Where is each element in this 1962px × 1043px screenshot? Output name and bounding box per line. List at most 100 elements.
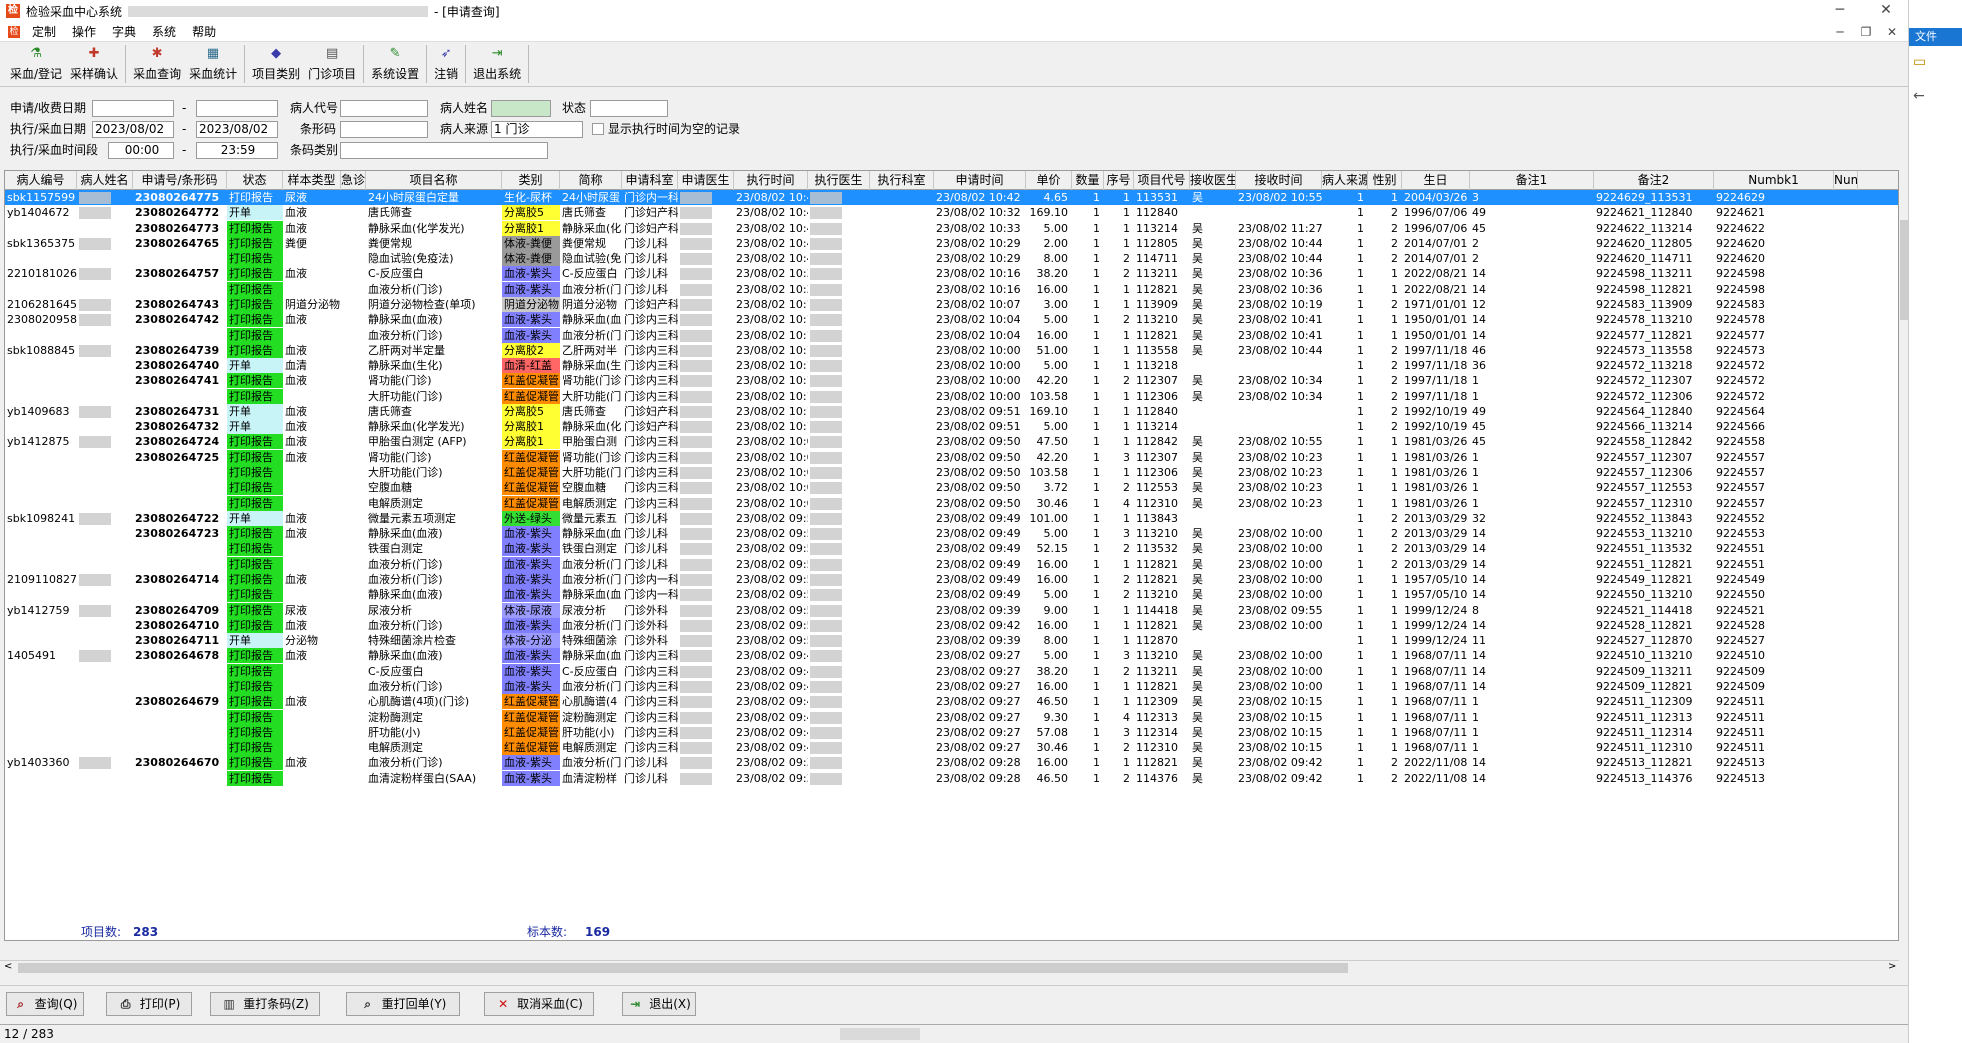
sidebar-doc-icon[interactable]: ▭ xyxy=(1913,54,1926,70)
table-row[interactable]: 22101810260623080264757打印报告血液C-反应蛋白血液-紫头… xyxy=(5,266,1898,282)
exit-button[interactable]: ⇥ 退出(X) xyxy=(622,992,696,1016)
mdi-minimize-icon[interactable]: ─ xyxy=(1826,22,1854,42)
barcode-input[interactable] xyxy=(340,121,428,138)
cancel-x-button[interactable]: ✕ 取消采血(C) xyxy=(484,992,594,1016)
toolbar-button-clinic-items[interactable]: ▤ 门诊项目 xyxy=(304,43,360,85)
table-row[interactable]: 23080264732 开单 血液 静脉采血(化学发光) 分离胶1 静脉采血(化 门诊妇产科… xyxy=(5,419,1898,435)
column-header[interactable]: 备注1 xyxy=(1470,171,1594,190)
column-header[interactable]: 项目代号 xyxy=(1134,171,1190,190)
printer-button[interactable]: ⎙ 打印(P) xyxy=(106,992,192,1016)
table-row[interactable]: 打印报告 血液分析(门诊) 血液-紫头血液分析(门门诊儿科 23/08/02 10:3… xyxy=(5,281,1898,297)
column-header[interactable]: 接收医生 xyxy=(1190,171,1236,190)
exec-time-to-input[interactable]: 23:59 xyxy=(196,142,278,159)
scroll-right-icon[interactable]: > xyxy=(1888,961,1896,972)
column-header[interactable]: 申请科室 xyxy=(622,171,678,190)
table-row[interactable]: sbk1098241 23080264722 开单 血液 微量元素五项测定 外送-绿头 微量… xyxy=(5,510,1898,526)
table-row[interactable]: 打印报告C-反应蛋白血液-紫头C-反应蛋白门诊内三科23/08/02 09:43… xyxy=(5,663,1898,679)
column-header[interactable]: 接收时间 xyxy=(1236,171,1322,190)
toolbar-button-flask[interactable]: ⚗ 采血/登记 xyxy=(6,43,66,85)
table-row[interactable]: 21062816454223080264743打印报告阴道分泌物阴道分泌物检查(… xyxy=(5,296,1898,312)
column-header[interactable]: 申请时间 xyxy=(934,171,1026,190)
search-button[interactable]: ⌕ 查询(Q) xyxy=(6,992,84,1016)
table-row[interactable]: 打印报告 静脉采血(血液) 血液-紫头 静脉采血(血 门诊内一科 23/08/02 09:… xyxy=(5,587,1898,603)
table-row[interactable]: yb1403360 23080264670 打印报告 血液 血液分析(门诊) 血液-紫头血… xyxy=(5,755,1898,771)
menu-dictionary[interactable]: 字典 xyxy=(104,23,144,40)
column-header[interactable]: 申请医生 xyxy=(678,171,734,190)
table-row[interactable]: 23080264725 打印报告 血液 肾功能(门诊) 红盖促凝管 肾功能(门诊 门诊内三科… xyxy=(5,449,1898,465)
table-row[interactable]: yb1412759 23080264709 打印报告 尿液 尿液分析 体液-尿液 尿液分析门… xyxy=(5,602,1898,618)
table-row[interactable]: 打印报告肝功能(小)红盖促凝管肝功能(小)门诊内三科23/08/02 09:43… xyxy=(5,724,1898,740)
table-row[interactable]: 打印报告 血液分析(门诊) 血液-紫头血液分析(门门诊儿科 23/08/02 09:5… xyxy=(5,556,1898,572)
toolbar-button-exit-door[interactable]: ⇥ 退出系统 xyxy=(469,43,525,85)
table-row[interactable]: 打印报告空腹血糖红盖促凝管空腹血糖门诊内三科23/08/02 10:0023/0… xyxy=(5,480,1898,496)
table-row[interactable]: 1405491 23080264678 打印报告 血液 静脉采血(血液) 血液-紫头 静脉采… xyxy=(5,648,1898,664)
table-row[interactable]: 23080264773 打印报告 血液 静脉采血(化学发光) 分离胶1 静脉采血(化 门诊妇… xyxy=(5,220,1898,236)
barcode-type-input[interactable] xyxy=(340,142,548,159)
table-row[interactable]: 打印报告电解质测定红盖促凝管电解质测定门诊内三科23/08/02 10:0023… xyxy=(5,495,1898,511)
table-row[interactable]: 210911082723 23080264714 打印报告血液 血液分析(门诊) 血液-… xyxy=(5,572,1898,587)
column-header[interactable]: 简称 xyxy=(560,171,622,190)
column-header[interactable]: Numbk1 xyxy=(1714,171,1834,190)
column-header[interactable]: 申请号/条形码 xyxy=(133,171,227,190)
table-row[interactable]: sbk1088845 23080264739 打印报告 血液 乙肝两对半定量 分离胶2 乙肝… xyxy=(5,342,1898,358)
column-header[interactable]: 项目名称 xyxy=(366,171,502,190)
table-row[interactable]: sbk1157599 23080264775 打印报告 尿液 24小时尿蛋白定量 生化-尿… xyxy=(5,190,1898,205)
show-empty-exec-checkbox[interactable] xyxy=(592,123,604,135)
mdi-close-icon[interactable]: ✕ xyxy=(1878,22,1906,42)
table-row[interactable]: 23080264740 开单 血清 静脉采血(生化) 血清-红盖 静脉采血(生 门诊内三科 2… xyxy=(5,358,1898,374)
table-row[interactable]: 230802095840 23080264742 打印报告血液 静脉采血(血液) 血液-… xyxy=(5,312,1898,328)
table-row[interactable]: 打印报告 血液分析(门诊) 血液-紫头 血液分析(门 门诊内三科 23/08/02 09:… xyxy=(5,678,1898,694)
column-header[interactable]: 数量 xyxy=(1072,171,1104,190)
sidebar-back-icon[interactable]: ← xyxy=(1913,88,1925,104)
table-row[interactable]: 23080264723 打印报告 血液 静脉采血(血液) 血液-紫头 静脉采血(血 门诊儿科… xyxy=(5,526,1898,542)
column-header[interactable]: 备注2 xyxy=(1594,171,1714,190)
horizontal-scrollbar[interactable]: < > xyxy=(0,960,1899,974)
apply-date-to-input[interactable] xyxy=(196,100,278,117)
table-row[interactable]: sbk1365375 23080264765 打印报告 粪便 粪便常规 体液-粪便 粪便常规… xyxy=(5,235,1898,251)
menu-help[interactable]: 帮助 xyxy=(184,23,224,40)
column-header[interactable]: 病人来源 xyxy=(1322,171,1368,190)
exec-date-from-input[interactable]: 2023/08/02 xyxy=(92,121,174,138)
table-row[interactable]: 23080264711 开单 分泌物 特殊细菌涂片检查 体液-分泌 特殊细菌涂 门诊外科 23… xyxy=(5,633,1898,649)
state-select[interactable] xyxy=(590,100,668,117)
column-header[interactable]: 急诊 xyxy=(341,171,366,190)
column-header[interactable]: Numbk xyxy=(1834,171,1858,190)
apply-date-from-input[interactable] xyxy=(92,100,174,117)
scroll-left-icon[interactable]: < xyxy=(4,961,12,972)
toolbar-button-logout-runner[interactable]: ➶ 注销 xyxy=(430,43,462,85)
column-header[interactable]: 单价 xyxy=(1026,171,1072,190)
patient-name-input[interactable] xyxy=(491,100,551,117)
column-header[interactable]: 生日 xyxy=(1402,171,1470,190)
table-row[interactable]: yb1404672 23080264772 开单 血液 唐氏筛查 分离胶5 唐氏筛查 门诊妇产… xyxy=(5,205,1898,221)
close-icon[interactable]: ✕ xyxy=(1866,0,1906,22)
menu-operate[interactable]: 操作 xyxy=(64,23,104,40)
barcode-button[interactable]: ▥ 重打条码(Z) xyxy=(210,992,320,1016)
table-row[interactable]: 打印报告电解质测定红盖促凝管电解质测定门诊内三科23/08/02 09:4323… xyxy=(5,740,1898,756)
column-header[interactable]: 执行医生 xyxy=(808,171,870,190)
table-row[interactable]: 打印报告 隐血试验(免疫法) 体液-粪便 隐血试验(免 门诊儿科 23/08/02 10:… xyxy=(5,251,1898,267)
column-header[interactable]: 类别 xyxy=(502,171,560,190)
toolbar-button-blood-query[interactable]: ✱ 采血查询 xyxy=(129,43,185,85)
table-row[interactable]: 打印报告 大肝功能(门诊) 红盖促凝管 大肝功能(门 门诊内三科 23/08/02 10:… xyxy=(5,388,1898,404)
sidebar-file-tab[interactable]: 文件 xyxy=(1909,28,1962,46)
minimize-icon[interactable]: ─ xyxy=(1820,0,1860,22)
vertical-scrollbar[interactable] xyxy=(1899,170,1908,960)
table-row[interactable]: yb1412875 23080264724 打印报告 血液 甲胎蛋白测定 (AFP) 分离… xyxy=(5,434,1898,450)
column-header[interactable]: 病人编号 xyxy=(5,171,77,190)
toolbar-button-syringe[interactable]: ✚ 采样确认 xyxy=(66,43,122,85)
column-header[interactable]: 性别 xyxy=(1368,171,1402,190)
table-row[interactable]: 打印报告铁蛋白测定血液-紫头铁蛋白测定门诊儿科23/08/02 09:5623/… xyxy=(5,541,1898,557)
column-header[interactable]: 病人姓名 xyxy=(77,171,133,190)
exec-date-to-input[interactable]: 2023/08/02 xyxy=(196,121,278,138)
column-header[interactable]: 执行时间 xyxy=(734,171,808,190)
column-header[interactable]: 执行科室 xyxy=(870,171,934,190)
table-row[interactable]: 打印报告 血清淀粉样蛋白(SAA) 血液-紫头 血清淀粉样 门诊儿科 23/08/02 0… xyxy=(5,770,1898,786)
column-header[interactable]: 状态 xyxy=(227,171,283,190)
receipt-search-button[interactable]: ⌕ 重打回单(Y) xyxy=(346,992,460,1016)
horizontal-scroll-thumb[interactable] xyxy=(18,963,1348,973)
toolbar-button-category[interactable]: ◆ 项目类别 xyxy=(248,43,304,85)
vertical-scroll-thumb[interactable] xyxy=(1900,220,1908,320)
column-header[interactable]: 序号 xyxy=(1104,171,1134,190)
exec-time-from-input[interactable]: 00:00 xyxy=(108,142,174,159)
table-row[interactable]: 23080264679 打印报告 血液 心肌酶谱(4项)(门诊) 红盖促凝管 心肌酶谱(4… xyxy=(5,694,1898,710)
